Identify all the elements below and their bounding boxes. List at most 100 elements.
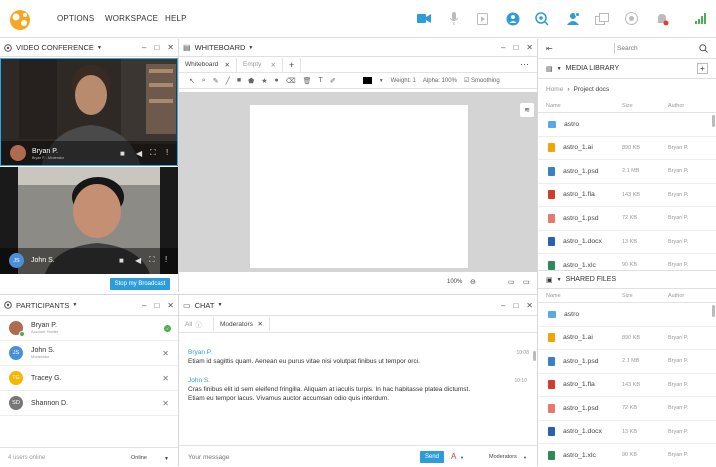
media-play-icon[interactable] — [475, 11, 490, 26]
list-item[interactable]: astro_1.psd 72 KB Bryan P. — [538, 207, 716, 231]
list-item[interactable]: astro_1.xlc 90 KB Bryan P. — [538, 444, 716, 463]
minimize-icon[interactable]: – — [501, 43, 505, 52]
fit-icon[interactable]: ▭ — [508, 278, 515, 286]
close-icon[interactable]: ✕ — [526, 301, 533, 310]
zoom-icon[interactable]: ⌕ — [202, 77, 206, 85]
column-name[interactable]: Name — [546, 293, 561, 299]
search-user-icon[interactable] — [534, 11, 549, 26]
close-icon[interactable]: ✕ — [225, 61, 230, 69]
participant-row[interactable]: JS John S. Moderator ✕ — [0, 341, 178, 366]
add-user-icon[interactable] — [565, 11, 580, 26]
expand-icon[interactable]: ▭ — [523, 278, 530, 286]
recipient-select[interactable]: Moderators — [489, 454, 517, 460]
search-icon[interactable] — [699, 44, 708, 53]
camera-icon[interactable] — [416, 11, 431, 26]
users-badge-icon[interactable] — [505, 11, 520, 26]
list-item[interactable]: astro_1.xlc 90 KB Bryan P. — [538, 254, 716, 270]
menu-help[interactable]: HELP — [165, 14, 187, 23]
chevron-down-icon[interactable]: ▼ — [557, 66, 562, 72]
circle-icon[interactable]: ● — [275, 77, 279, 84]
windows-icon[interactable] — [594, 11, 609, 26]
close-icon[interactable]: ✕ — [167, 301, 174, 310]
maximize-icon[interactable]: □ — [513, 301, 518, 310]
list-item[interactable]: astro_1.docx 13 KB Bryan P. — [538, 421, 716, 444]
chevron-down-icon[interactable]: ▼ — [379, 78, 384, 84]
chevron-down-icon[interactable]: ▼ — [217, 302, 222, 308]
microphone-icon[interactable]: ǃ — [165, 255, 167, 264]
layers-icon[interactable]: ≋ — [520, 103, 534, 117]
list-item[interactable]: astro_1.fla 143 KB Bryan P. — [538, 374, 716, 397]
shape-icon[interactable]: ⬟ — [248, 77, 254, 85]
alpha-select[interactable]: Alpha: 100% — [423, 78, 457, 84]
volume-icon[interactable]: ◀ — [136, 149, 142, 158]
remove-icon[interactable]: ✕ — [162, 349, 169, 358]
color-swatch[interactable] — [362, 77, 372, 84]
list-item[interactable]: astro_1.psd 72 KB Bryan P. — [538, 397, 716, 421]
chevron-down-icon[interactable]: ▼ — [97, 45, 102, 51]
line-icon[interactable]: ╱ — [226, 77, 230, 85]
message-input[interactable] — [188, 451, 408, 463]
column-author[interactable]: Author — [668, 103, 684, 109]
settings-icon[interactable] — [4, 43, 12, 52]
microphone-icon[interactable] — [446, 11, 461, 26]
text-icon[interactable]: T — [319, 77, 323, 84]
status-select[interactable]: Online — [131, 455, 147, 461]
list-item[interactable]: astro_1.psd 2.1 MB Bryan P. — [538, 350, 716, 374]
collapse-icon[interactable]: ⇤ — [546, 44, 553, 53]
stop-broadcast-button[interactable]: Stop my Broadcast — [110, 278, 170, 290]
trash-icon[interactable]: 🗑 — [303, 77, 312, 85]
canvas-area[interactable]: ≋ — [179, 92, 537, 272]
close-icon[interactable]: ✕ — [526, 43, 533, 52]
remove-icon[interactable]: ✕ — [162, 374, 169, 383]
column-author[interactable]: Author — [668, 293, 684, 299]
more-icon[interactable]: ··· — [520, 59, 529, 69]
eraser-icon[interactable]: ⌫ — [286, 77, 296, 85]
volume-icon[interactable]: ◀ — [135, 256, 141, 265]
chevron-down-icon[interactable]: ▼ — [72, 302, 77, 308]
list-item[interactable]: astro_1.psd 2.1 MB Bryan P. — [538, 160, 716, 184]
minimize-icon[interactable]: – — [142, 301, 146, 310]
tab-moderators[interactable]: Moderators ✕ — [214, 317, 270, 331]
list-item[interactable]: astro_1.docx 13 KB Bryan P. — [538, 231, 716, 254]
tab-empty[interactable]: Empty ✕ — [237, 57, 283, 72]
camera-icon[interactable]: ■ — [120, 149, 125, 158]
remove-icon[interactable]: ✕ — [162, 399, 169, 408]
chevron-down-icon[interactable]: ▼ — [557, 277, 562, 283]
scrollbar[interactable] — [712, 305, 715, 317]
close-icon[interactable]: ✕ — [258, 320, 263, 328]
menu-options[interactable]: OPTIONS — [57, 14, 94, 23]
participant-row[interactable]: TG Tracey G. ✕ — [0, 366, 178, 391]
pencil-icon[interactable]: ✎ — [213, 77, 219, 85]
participant-row[interactable]: SD Shannon D. ✕ — [0, 391, 178, 416]
search-input[interactable] — [614, 43, 694, 54]
list-item[interactable]: astro_1.fla 143 KB Bryan P. — [538, 184, 716, 207]
star-icon[interactable]: ★ — [261, 77, 267, 85]
chevron-down-icon[interactable]: ▼ — [248, 45, 253, 51]
camera-icon[interactable]: ■ — [119, 256, 124, 265]
menu-workspace[interactable]: WORKSPACE — [105, 14, 158, 23]
chevron-down-icon[interactable]: ▼ — [164, 456, 169, 462]
rectangle-icon[interactable]: ■ — [237, 77, 241, 84]
tab-all[interactable]: All ⓘ — [179, 317, 214, 331]
participant-row[interactable]: Bryan P. Account Holder ✓ — [0, 316, 178, 341]
tab-whiteboard[interactable]: Whiteboard ✕ — [179, 57, 237, 72]
list-item[interactable]: astro_1.ai 890 KB Bryan P. — [538, 137, 716, 160]
record-icon[interactable] — [624, 11, 639, 26]
zoom-out-icon[interactable]: ⊖ — [470, 278, 476, 286]
maximize-icon[interactable]: □ — [154, 301, 159, 310]
close-icon[interactable]: ✕ — [167, 43, 174, 52]
fullscreen-icon[interactable]: ⛶ — [150, 148, 156, 158]
video-tile-bryan[interactable]: Bryan P. Bryan P. - Moderator ■ ◀ ⛶ ǃ — [0, 58, 178, 166]
list-item[interactable]: astro — [538, 113, 716, 137]
add-tab-button[interactable]: + — [283, 57, 302, 72]
add-file-button[interactable]: + — [697, 63, 708, 74]
weight-select[interactable]: Weight: 1 — [391, 78, 416, 84]
text-color-icon[interactable]: A — [451, 452, 456, 461]
scrollbar[interactable] — [533, 351, 536, 361]
minimize-icon[interactable]: – — [501, 301, 505, 310]
chevron-down-icon[interactable]: ▼ — [460, 455, 464, 460]
notification-bell-icon[interactable] — [654, 11, 669, 26]
pointer-icon[interactable]: ↖ — [189, 77, 195, 85]
smoothing-checkbox[interactable]: ☑ Smoothing — [464, 77, 500, 84]
column-size[interactable]: Size — [622, 293, 633, 299]
